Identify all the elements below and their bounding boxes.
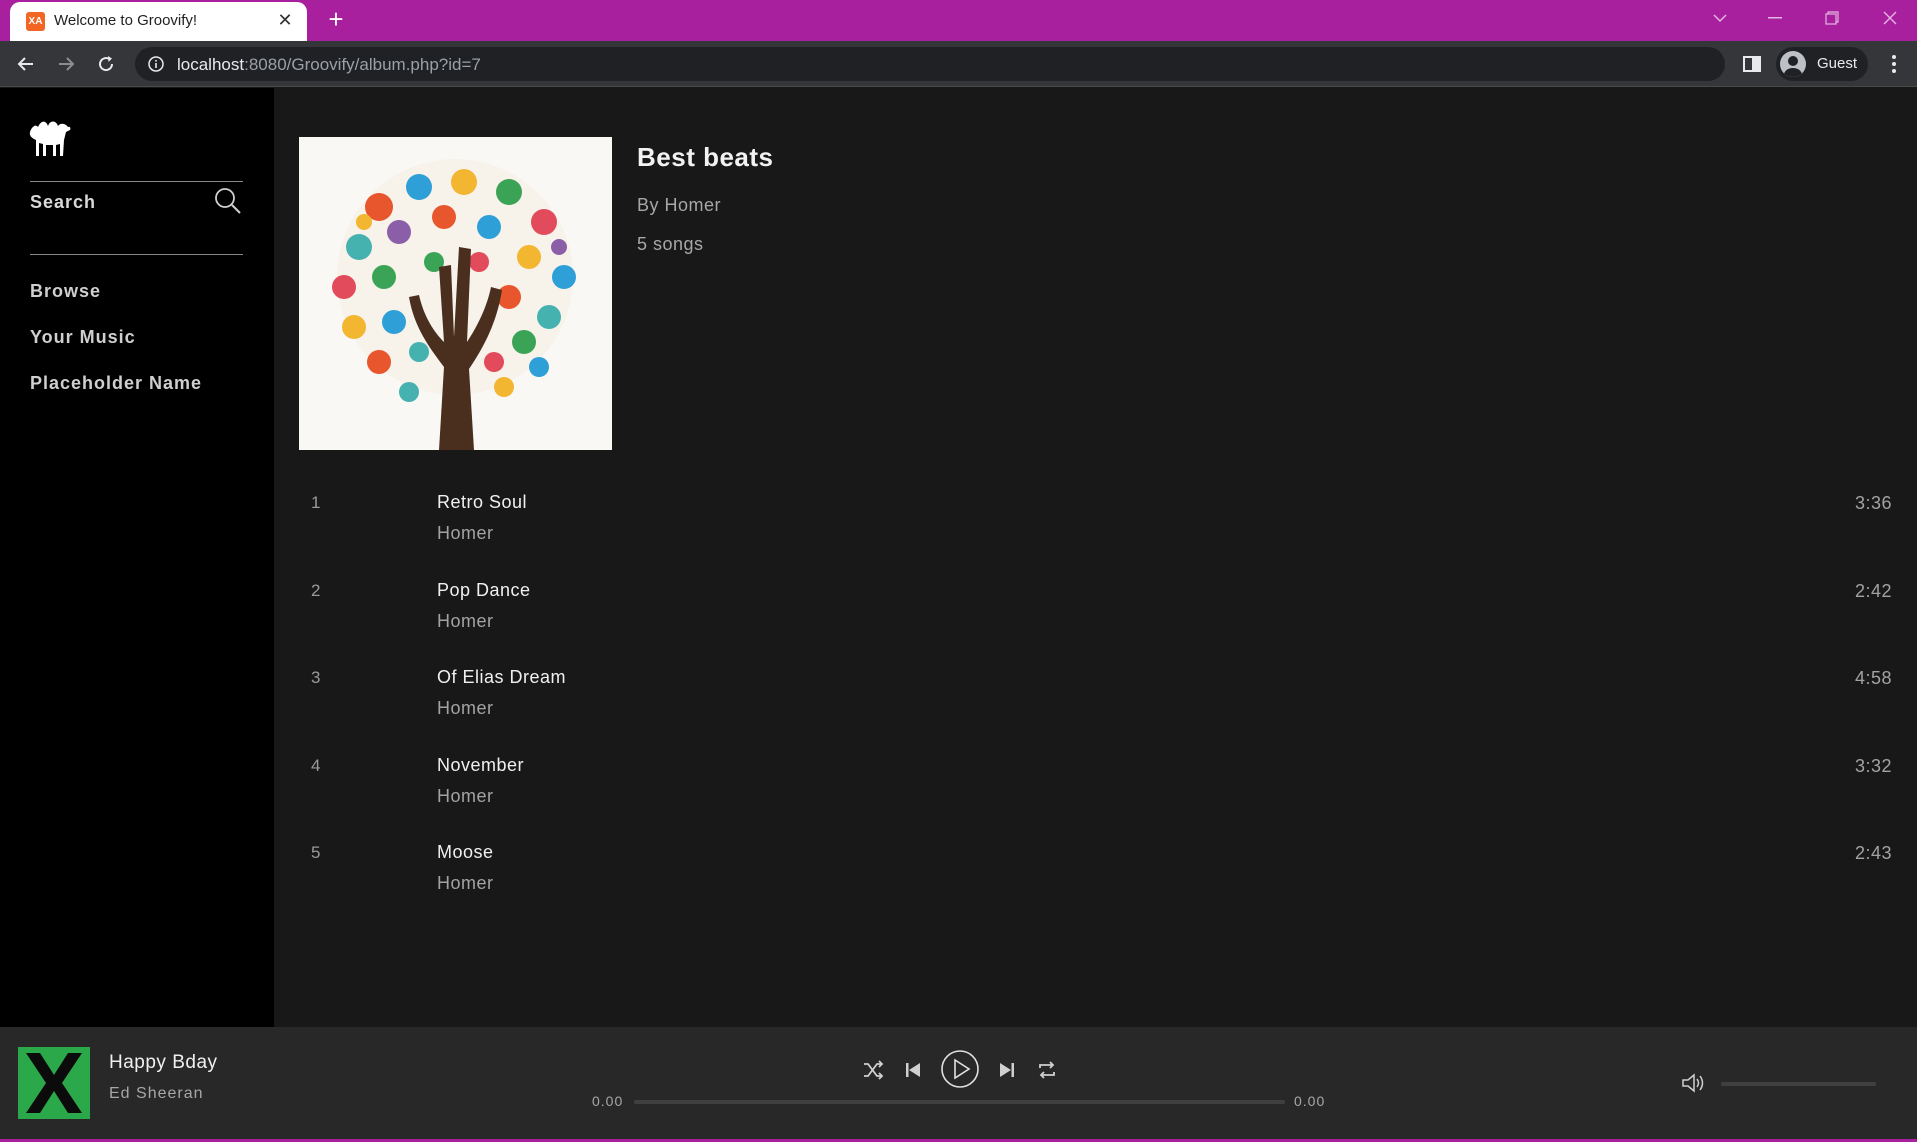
track-row[interactable]: 2 Pop Dance Homer 2:42 [299,580,1892,661]
track-number: 4 [311,756,321,775]
track-duration: 4:58 [1854,668,1892,688]
guest-avatar-icon [1780,51,1806,77]
track-artist[interactable]: Homer [437,873,494,894]
side-panel-icon[interactable] [1740,52,1764,76]
tab-search-chevron-icon[interactable] [1700,4,1740,32]
sidebar-divider [30,254,243,255]
album-title: Best beats [637,142,774,172]
close-window-icon[interactable] [1870,4,1910,32]
sidebar-item-browse[interactable]: Browse [30,281,101,302]
track-row[interactable]: 5 Moose Homer 2:43 [299,842,1892,923]
now-playing-artwork[interactable] [18,1047,90,1119]
track-row[interactable]: 4 November Homer 3:32 [299,755,1892,836]
previous-icon[interactable] [898,1055,928,1085]
camel-logo-icon[interactable] [28,118,72,158]
next-icon[interactable] [992,1055,1022,1085]
track-number: 2 [311,581,321,600]
track-name[interactable]: Pop Dance [437,580,531,601]
track-duration: 2:42 [1854,581,1892,601]
main-content: Best beats By Homer 5 songs 1 Retro Soul… [274,88,1917,1027]
reload-icon[interactable] [90,48,122,80]
address-bar[interactable]: localhost:8080/Groovify/album.php?id=7 [135,47,1725,81]
site-info-icon[interactable] [147,55,165,73]
back-icon[interactable] [10,48,42,80]
track-artist[interactable]: Homer [437,786,494,807]
browser-toolbar: localhost:8080/Groovify/album.php?id=7 G… [0,41,1917,87]
hand-tree-artwork [299,137,612,450]
search-icon[interactable] [213,186,243,216]
sidebar: Search Browse Your Music Placeholder Nam… [0,88,274,1027]
volume-slider[interactable] [1721,1082,1876,1086]
track-row[interactable]: 1 Retro Soul Homer 3:36 [299,492,1892,573]
sidebar-item-your-music[interactable]: Your Music [30,327,136,348]
album-cover [299,137,612,450]
now-playing-bar: Happy Bday Ed Sheeran 0.00 0.00 [0,1027,1917,1139]
url-text: localhost:8080/Groovify/album.php?id=7 [177,55,481,75]
kebab-menu-icon[interactable] [1880,50,1908,78]
sidebar-item-placeholder[interactable]: Placeholder Name [30,373,202,394]
track-row[interactable]: 3 Of Elias Dream Homer 4:58 [299,667,1892,748]
track-duration: 2:43 [1854,843,1892,863]
search-label: Search [30,192,97,212]
sidebar-search[interactable]: Search [30,182,243,222]
track-artist[interactable]: Homer [437,611,494,632]
browser-tab-strip: XA Welcome to Groovify! ✕ + [0,0,1917,41]
track-number: 5 [311,843,321,862]
profile-button[interactable]: Guest [1776,47,1868,81]
track-name[interactable]: Retro Soul [437,492,527,513]
volume-icon[interactable] [1679,1069,1707,1097]
tab-close-icon[interactable]: ✕ [273,8,297,32]
now-playing-title[interactable]: Happy Bday [109,1052,218,1074]
now-playing-artist[interactable]: Ed Sheeran [109,1085,204,1103]
track-name[interactable]: Moose [437,842,494,863]
profile-label: Guest [1817,55,1858,72]
shuffle-icon[interactable] [858,1055,888,1085]
track-number: 3 [311,668,321,687]
repeat-icon[interactable] [1032,1055,1062,1085]
album-artist[interactable]: By Homer [637,195,721,216]
track-artist[interactable]: Homer [437,523,494,544]
album-song-count: 5 songs [637,234,704,254]
browser-tab[interactable]: XA Welcome to Groovify! ✕ [10,2,307,41]
url-host: localhost [177,55,245,74]
forward-icon[interactable] [50,48,82,80]
current-time: 0.00 [592,1093,624,1109]
tab-title: Welcome to Groovify! [54,12,198,29]
track-artist[interactable]: Homer [437,698,494,719]
play-icon[interactable] [940,1049,980,1089]
track-name[interactable]: Of Elias Dream [437,667,566,688]
new-tab-icon[interactable]: + [322,5,350,33]
url-path: :8080/Groovify/album.php?id=7 [244,55,481,74]
track-number: 1 [311,493,321,512]
track-name[interactable]: November [437,755,524,776]
progress-bar[interactable] [634,1100,1285,1104]
restore-icon[interactable] [1812,4,1852,32]
track-duration: 3:32 [1854,756,1892,776]
total-time: 0.00 [1294,1093,1326,1109]
minimize-icon[interactable] [1755,4,1795,32]
track-duration: 3:36 [1854,493,1892,513]
xampp-favicon-icon: XA [26,12,45,31]
